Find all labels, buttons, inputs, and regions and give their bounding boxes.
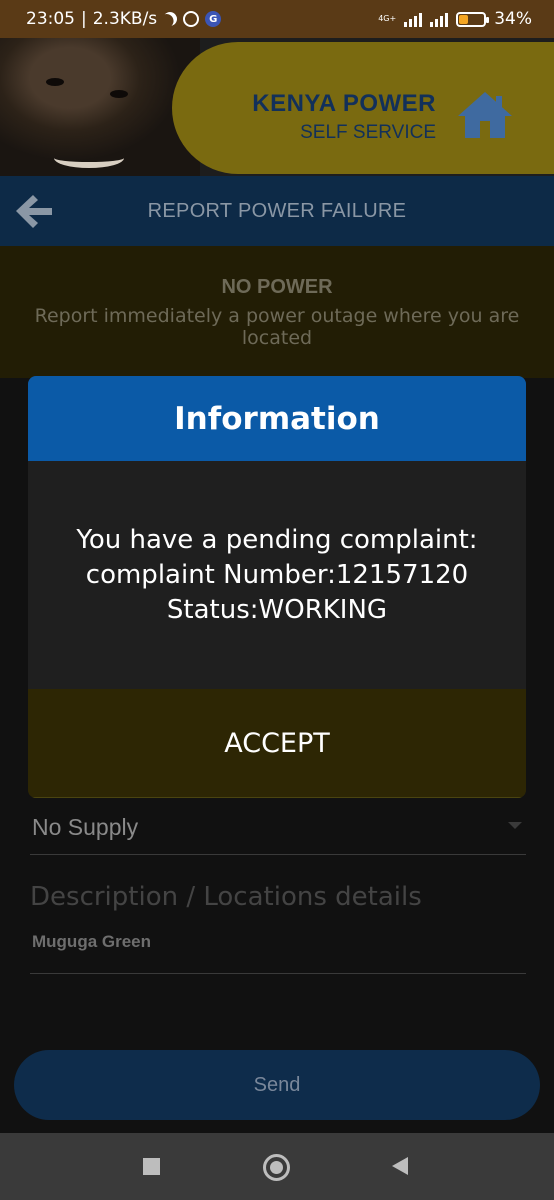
status-time: 23:05 bbox=[26, 9, 75, 29]
brand-subtitle: SELF SERVICE bbox=[300, 122, 436, 143]
accept-button[interactable]: ACCEPT bbox=[28, 689, 526, 798]
description-field[interactable]: Description / Locations details Muguga G… bbox=[30, 870, 526, 974]
arrow-left-icon[interactable] bbox=[14, 192, 54, 230]
notice-title: NO POWER bbox=[221, 276, 333, 298]
dialog-message-line: You have a pending complaint: bbox=[76, 524, 478, 555]
brand-title: KENYA POWER bbox=[252, 90, 436, 117]
recent-apps-icon[interactable] bbox=[143, 1158, 160, 1175]
send-button[interactable]: Send bbox=[14, 1050, 540, 1120]
home-button-icon[interactable] bbox=[263, 1154, 290, 1181]
mobile-data-type: 4G+ bbox=[378, 14, 397, 23]
status-left: 23:05 | 2.3KB/s G bbox=[26, 9, 222, 29]
home-icon[interactable] bbox=[456, 90, 514, 140]
title-bar: REPORT POWER FAILURE bbox=[0, 176, 554, 246]
dialog-message: You have a pending complaint: complaint … bbox=[28, 461, 526, 689]
dialog-message-line: complaint Number:12157120 bbox=[85, 559, 469, 590]
moon-icon bbox=[161, 9, 180, 28]
network-speed: 2.3KB/s bbox=[92, 9, 158, 29]
description-label: Description / Locations details bbox=[30, 882, 422, 912]
dialog-message-line: Status:WORKING bbox=[166, 594, 388, 625]
g-badge-icon: G bbox=[205, 11, 222, 27]
header-photo bbox=[0, 38, 200, 176]
battery-icon bbox=[456, 11, 490, 27]
alarm-icon bbox=[183, 11, 200, 27]
battery-percent: 34% bbox=[494, 9, 532, 29]
no-power-notice: NO POWER Report immediately a power outa… bbox=[0, 246, 554, 378]
description-value: Muguga Green bbox=[32, 932, 152, 951]
fault-type-select[interactable]: No Supply bbox=[30, 800, 526, 855]
notice-subtitle: Report immediately a power outage where … bbox=[34, 305, 520, 349]
fault-type-value: No Supply bbox=[32, 814, 139, 840]
status-separator: | bbox=[81, 9, 87, 29]
status-bar: 23:05 | 2.3KB/s G 4G+ 34% bbox=[0, 0, 554, 38]
system-nav-bar bbox=[0, 1133, 554, 1200]
status-right: 4G+ 34% bbox=[378, 9, 532, 29]
dialog-title: Information bbox=[28, 376, 526, 461]
information-dialog: Information You have a pending complaint… bbox=[28, 376, 526, 798]
back-button-icon[interactable] bbox=[392, 1157, 408, 1175]
chevron-down-icon bbox=[508, 822, 522, 829]
signal-icon bbox=[430, 11, 449, 27]
app-header: KENYA POWER SELF SERVICE bbox=[0, 38, 554, 176]
signal-icon bbox=[404, 11, 423, 27]
page-title: REPORT POWER FAILURE bbox=[147, 199, 407, 222]
